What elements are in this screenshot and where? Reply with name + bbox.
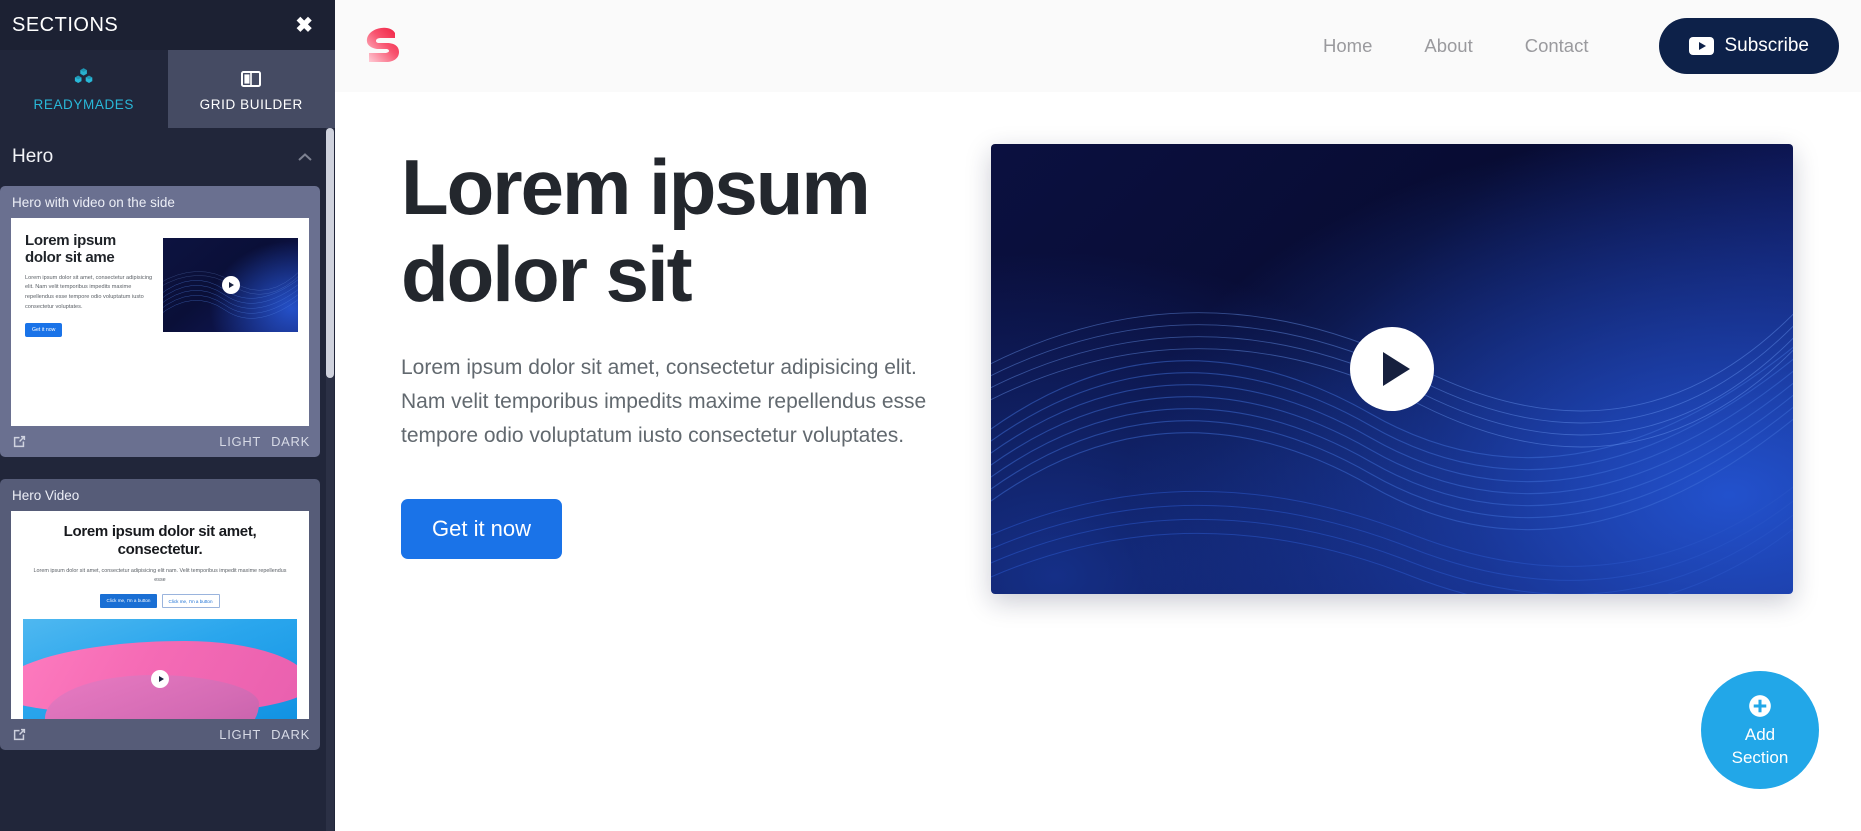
add-section-button[interactable]: Add Section — [1701, 671, 1819, 789]
hero-paragraph: Lorem ipsum dolor sit amet, consectetur … — [401, 355, 927, 447]
card-title: Hero Video — [12, 488, 80, 503]
sections-sidebar: SECTIONS ✖ READYMADES GRID BUILDER Hero … — [0, 0, 335, 831]
preview-paragraph: Lorem ipsum dolor sit amet, consectetur … — [33, 568, 287, 584]
youtube-play-icon — [1688, 37, 1714, 55]
light-mode-button[interactable]: LIGHT — [219, 434, 261, 449]
list-item[interactable]: Hero with video on the side Lorem ipsum … — [0, 186, 320, 457]
tab-grid-builder[interactable]: GRID BUILDER — [167, 50, 335, 128]
add-section-label-line2: Section — [1731, 747, 1789, 767]
sidebar-scrollbar-thumb[interactable] — [326, 128, 334, 378]
card-title: Hero with video on the side — [12, 195, 175, 210]
page-canvas: Home About Contact Subscribe Lorem ipsum… — [335, 0, 1861, 831]
nav-item-contact[interactable]: Contact — [1525, 35, 1589, 57]
dark-mode-button[interactable]: DARK — [271, 434, 310, 449]
preview-cta: Get it now — [25, 322, 63, 337]
group-title: Hero — [12, 146, 54, 167]
card-preview[interactable]: Lorem ipsum dolor sit amet, consectetur.… — [11, 511, 309, 719]
card-footer: LIGHT DARK — [0, 426, 320, 457]
chevron-up-icon[interactable] — [297, 152, 313, 162]
preview-buttons: Click me, I'm a button Click me, I'm a b… — [11, 594, 309, 609]
site-header: Home About Contact Subscribe — [335, 0, 1861, 92]
list-item[interactable]: Hero Video Lorem ipsum dolor sit amet, c… — [0, 479, 320, 750]
hero-heading: Lorem ipsum dolor sit — [401, 143, 871, 319]
blocks-icon — [74, 67, 93, 83]
preview-paragraph: Lorem ipsum dolor sit amet, consectetur … — [25, 274, 153, 310]
page-title: SECTIONS — [12, 13, 119, 36]
preview-primary-button: Click me, I'm a button — [100, 594, 157, 609]
tab-readymades-label: READYMADES — [33, 96, 135, 112]
card-preview[interactable]: Lorem ipsum dolor sit ame Lorem ipsum do… — [11, 218, 309, 426]
external-link-icon[interactable] — [12, 434, 27, 449]
card-footer: LIGHT DARK — [0, 719, 320, 750]
preview-heading: Lorem ipsum dolor sit ame — [25, 232, 116, 267]
subscribe-button-label: Subscribe — [1724, 35, 1810, 56]
s-logo-icon[interactable] — [361, 23, 409, 69]
play-icon[interactable] — [1350, 327, 1434, 411]
subscribe-button[interactable]: Subscribe — [1658, 18, 1839, 74]
nav-item-home[interactable]: Home — [1323, 35, 1372, 57]
external-link-icon[interactable] — [12, 727, 27, 742]
nav-item-about[interactable]: About — [1424, 35, 1472, 57]
get-it-now-button[interactable]: Get it now — [401, 498, 563, 559]
preview-heading: Lorem ipsum dolor sit amet, consectetur. — [63, 523, 257, 558]
hero-video[interactable] — [991, 144, 1793, 594]
dark-mode-button[interactable]: DARK — [271, 727, 310, 742]
hero-text-column: Lorem ipsum dolor sit Lorem ipsum dolor … — [335, 143, 955, 594]
light-mode-button[interactable]: LIGHT — [219, 727, 261, 742]
preview-video — [23, 619, 297, 719]
sidebar-tabs: READYMADES GRID BUILDER — [0, 50, 335, 128]
preview-video — [163, 238, 298, 332]
app-root: SECTIONS ✖ READYMADES GRID BUILDER Hero … — [0, 0, 1861, 831]
hero-video-column — [991, 144, 1793, 594]
play-icon — [151, 670, 169, 689]
preview-secondary-button: Click me, I'm a button — [161, 594, 220, 609]
close-icon[interactable]: ✖ — [291, 13, 317, 38]
sidebar-header: SECTIONS ✖ — [0, 0, 335, 50]
tab-grid-builder-label: GRID BUILDER — [199, 96, 303, 112]
plus-circle-icon — [1749, 695, 1771, 718]
tab-readymades[interactable]: READYMADES — [0, 50, 168, 128]
columns-icon — [241, 70, 262, 87]
hero-section: Lorem ipsum dolor sit Lorem ipsum dolor … — [335, 92, 1861, 594]
site-nav: Home About Contact — [1323, 35, 1588, 57]
play-icon — [221, 276, 240, 294]
group-header-hero[interactable]: Hero — [0, 128, 335, 186]
sections-list: Hero with video on the side Lorem ipsum … — [0, 186, 335, 831]
add-section-label-line1: Add — [1744, 725, 1776, 745]
